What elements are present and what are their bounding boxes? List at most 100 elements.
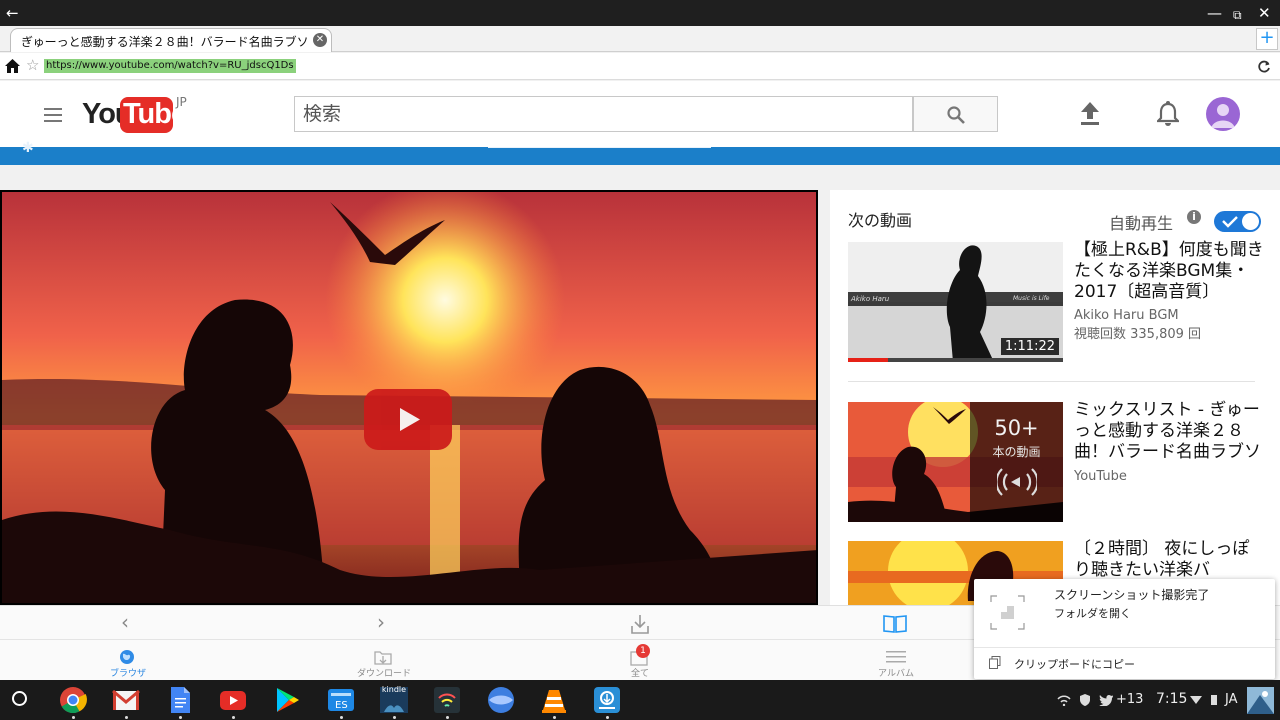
divider: [848, 381, 1255, 382]
check-icon: [1222, 216, 1238, 228]
battery-icon: [1211, 695, 1217, 705]
docs-app-icon[interactable]: [166, 686, 194, 719]
url-field[interactable]: https://www.youtube.com/watch?v=RU_jdscQ…: [44, 59, 296, 73]
tab-browser[interactable]: ブラウザ: [88, 666, 168, 679]
thumbnail-text-right: Music is Life: [1013, 295, 1050, 302]
video-channel[interactable]: Akiko Haru BGM: [1074, 306, 1179, 325]
screenshot-notification[interactable]: スクリーンショット撮影完了 フォルダを開く クリップボードにコピー: [974, 579, 1275, 679]
copy-icon: [989, 656, 1001, 669]
upload-icon[interactable]: [1080, 102, 1100, 126]
youtube-header: You Tube JP: [0, 81, 1280, 147]
tab-strip: ぎゅーっと感動する洋楽２８曲！バラード名曲ラブソング... ✕ +: [0, 26, 1280, 52]
play-icon: [400, 408, 420, 431]
wifi-hotspot-icon: [1057, 695, 1071, 706]
banner-star-icon: ✱: [22, 140, 34, 156]
page-gap: [0, 165, 1280, 190]
file-manager-app-icon[interactable]: ES: [327, 686, 355, 719]
open-folder-link[interactable]: フォルダを開く: [1054, 605, 1131, 621]
autoplay-label: 自動再生: [1109, 214, 1174, 233]
forward-icon[interactable]: ›: [377, 610, 385, 634]
os-shelf: ES kindle +13 7:15 JA: [0, 680, 1280, 720]
search-icon: [947, 106, 965, 124]
address-bar: ☆ https://www.youtube.com/watch?v=RU_jds…: [0, 53, 1280, 80]
twitter-icon: [1099, 695, 1113, 706]
video-channel[interactable]: YouTube: [1074, 467, 1127, 486]
autoplay-toggle[interactable]: [1214, 211, 1261, 232]
browser-globe-icon[interactable]: [119, 649, 135, 665]
menu-icon[interactable]: [44, 108, 62, 122]
clock[interactable]: 7:15: [1156, 691, 1187, 707]
user-account-avatar[interactable]: [1247, 687, 1274, 714]
back-arrow-icon[interactable]: ←: [6, 3, 19, 23]
copy-clipboard-button[interactable]: クリップボードにコピー: [1014, 656, 1135, 672]
search-box: [294, 96, 913, 132]
playlist-count: 50+: [994, 416, 1039, 440]
bookmark-star-icon[interactable]: ☆: [26, 56, 39, 74]
up-next-sidebar: 次の動画 自動再生 i Akiko Haru Music is Life 1:1…: [830, 190, 1280, 605]
vlc-app-icon[interactable]: [540, 686, 568, 719]
video-thumbnail[interactable]: Akiko Haru Music is Life 1:11:22: [848, 242, 1063, 362]
screenshot-thumbnail: [990, 595, 1025, 630]
mix-radio-icon: [997, 468, 1037, 496]
window-title-bar: ← — ⧉ ✕: [0, 0, 1280, 26]
video-duration: 1:11:22: [1000, 338, 1059, 355]
video-title[interactable]: 【極上R&B】何度も聞きたくなる洋楽BGM集・2017〔超高音質〕: [1074, 240, 1264, 306]
mix-thumbnail[interactable]: 50+ 本の動画: [848, 402, 1063, 522]
tab-all[interactable]: 全て: [600, 666, 680, 679]
notification-divider: [974, 647, 1275, 648]
all-badge: 1: [636, 644, 650, 658]
screenshot-frame-icon: [990, 595, 1025, 630]
svg-text:ES: ES: [335, 700, 348, 711]
up-next-heading: 次の動画: [848, 211, 913, 230]
browser-app-icon[interactable]: [487, 686, 515, 714]
playlist-label: 本の動画: [992, 445, 1041, 459]
kindle-label: kindle: [381, 685, 407, 694]
gmail-app-icon[interactable]: [112, 686, 140, 719]
new-tab-button[interactable]: +: [1256, 28, 1278, 50]
reader-book-icon[interactable]: [883, 614, 907, 634]
download-folder-icon[interactable]: [374, 649, 392, 665]
avatar[interactable]: [1206, 97, 1240, 131]
launcher-icon[interactable]: [12, 691, 27, 706]
tab-download[interactable]: ダウンロード: [344, 666, 424, 679]
save-download-icon[interactable]: [630, 614, 650, 634]
back-icon[interactable]: ‹: [121, 610, 129, 634]
vpn-shield-icon: [1080, 694, 1090, 706]
twitter-notification-count[interactable]: +13: [1116, 692, 1143, 707]
toggle-knob: [1242, 213, 1259, 230]
banner-strip: ✱: [0, 140, 1280, 165]
kindle-app-icon[interactable]: kindle: [380, 685, 408, 719]
notification-title: スクリーンショット撮影完了: [1054, 588, 1210, 602]
chrome-app-icon[interactable]: [59, 686, 87, 719]
play-store-app-icon[interactable]: [273, 686, 301, 714]
info-icon[interactable]: i: [1187, 210, 1201, 224]
logo-region: JP: [176, 95, 187, 109]
wifi-app-icon[interactable]: [433, 686, 461, 719]
youtube-app-icon[interactable]: [219, 686, 247, 719]
close-window-icon[interactable]: ✕: [1258, 3, 1271, 23]
tab-album[interactable]: アルバム: [856, 666, 936, 679]
search-input[interactable]: [295, 97, 912, 131]
video-views: 視聴回数 335,809 回: [1074, 327, 1202, 342]
downloader-app-icon[interactable]: [593, 686, 621, 719]
tab-close-icon[interactable]: ✕: [313, 33, 327, 47]
browser-tab[interactable]: ぎゅーっと感動する洋楽２８曲！バラード名曲ラブソング... ✕: [10, 28, 332, 52]
ime-indicator[interactable]: JA: [1225, 692, 1238, 707]
home-icon[interactable]: [4, 58, 21, 74]
mix-overlay: 50+ 本の動画: [970, 402, 1063, 522]
user-icon: [1211, 104, 1235, 128]
video-player[interactable]: [0, 190, 818, 605]
minimize-icon[interactable]: —: [1207, 3, 1222, 23]
account-icon: [1247, 691, 1274, 714]
album-list-icon[interactable]: [886, 650, 906, 664]
restore-icon[interactable]: ⧉: [1233, 5, 1242, 25]
play-button[interactable]: [364, 389, 452, 450]
video-title[interactable]: ミックスリスト - ぎゅーっと感動する洋楽２８曲！バラード名曲ラブソング: [1074, 400, 1264, 463]
tab-title: ぎゅーっと感動する洋楽２８曲！バラード名曲ラブソング...: [21, 35, 309, 49]
wifi-signal-icon: [1190, 696, 1202, 704]
reload-icon[interactable]: [1257, 60, 1271, 74]
search-button[interactable]: [913, 96, 998, 132]
notifications-bell-icon[interactable]: [1157, 101, 1179, 127]
thumbnail-text-left: Akiko Haru: [851, 295, 890, 303]
banner-divider: [488, 147, 711, 148]
